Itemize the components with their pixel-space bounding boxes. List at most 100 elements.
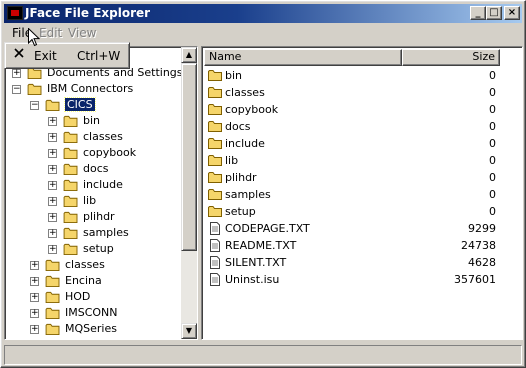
menu-edit[interactable]: Edit	[39, 26, 62, 40]
file-name: SILENT.TXT	[225, 256, 287, 269]
menu-bar: File Edit View	[4, 24, 522, 43]
file-name: README.TXT	[225, 239, 297, 252]
table-row[interactable]: samples 0	[204, 186, 500, 203]
folder-icon	[63, 179, 78, 191]
collapse-toggle-icon[interactable]: −	[12, 85, 21, 94]
file-table[interactable]: Name Size bin 0 classes 0 copybook 0 docs 0 incl…	[201, 46, 523, 340]
expand-toggle-icon[interactable]: +	[48, 133, 57, 142]
table-row[interactable]: plihdr 0	[204, 169, 500, 186]
table-row[interactable]: lib 0	[204, 152, 500, 169]
file-name: samples	[225, 188, 271, 201]
folder-icon	[208, 104, 222, 115]
tree-item-label: CICS	[64, 97, 96, 112]
folder-icon	[63, 115, 78, 127]
file-menu-dropdown: Exit Ctrl+W	[4, 42, 130, 69]
table-row[interactable]: docs 0	[204, 118, 500, 135]
scroll-down-button[interactable]: ▼	[181, 323, 197, 339]
folder-open-icon	[27, 83, 42, 95]
table-row[interactable]: include 0	[204, 135, 500, 152]
table-row[interactable]: classes 0	[204, 84, 500, 101]
tree-item-label: bin	[83, 114, 101, 127]
expand-toggle-icon[interactable]: +	[30, 293, 39, 302]
expand-toggle-icon[interactable]: +	[48, 245, 57, 254]
tree-item-label: Encina	[65, 274, 102, 287]
expand-toggle-icon[interactable]: +	[30, 309, 39, 318]
expand-toggle-icon[interactable]: +	[12, 69, 21, 78]
table-row[interactable]: CODEPAGE.TXT 9299	[204, 220, 500, 237]
tree-item-label: samples	[83, 226, 129, 239]
file-icon	[210, 256, 220, 269]
file-icon	[210, 273, 220, 286]
file-size: 24738	[461, 239, 496, 252]
table-row[interactable]: bin 0	[204, 67, 500, 84]
file-name: CODEPAGE.TXT	[225, 222, 310, 235]
file-size: 4628	[468, 256, 496, 269]
folder-icon	[208, 121, 222, 132]
file-size: 0	[489, 69, 496, 82]
table-row[interactable]: Uninst.isu 357601	[204, 271, 500, 288]
menu-item-exit[interactable]: Exit Ctrl+W	[8, 47, 126, 65]
expand-toggle-icon[interactable]: +	[48, 117, 57, 126]
file-size: 0	[489, 205, 496, 218]
mouse-cursor-icon	[28, 28, 40, 47]
tree-item-label: docs	[83, 162, 109, 175]
tree-item-label: plihdr	[83, 210, 115, 223]
table-row[interactable]: README.TXT 24738	[204, 237, 500, 254]
folder-icon	[45, 259, 60, 271]
expand-toggle-icon[interactable]: +	[48, 213, 57, 222]
file-size: 0	[489, 154, 496, 167]
folder-icon	[208, 155, 222, 166]
file-name: plihdr	[225, 171, 257, 184]
file-name: classes	[225, 86, 265, 99]
folder-icon	[63, 147, 78, 159]
tree-item-label: HOD	[65, 290, 91, 303]
minimize-button[interactable]: _	[470, 6, 486, 20]
app-icon	[7, 6, 23, 20]
folder-icon	[63, 227, 78, 239]
tree-item-label: include	[83, 178, 123, 191]
expand-toggle-icon[interactable]: +	[30, 277, 39, 286]
title-bar[interactable]: JFace File Explorer _ □ ×	[4, 4, 522, 23]
expand-toggle-icon[interactable]: +	[30, 325, 39, 334]
tree-vertical-scrollbar[interactable]: ▲ ▼	[181, 47, 197, 339]
scroll-up-button[interactable]: ▲	[181, 47, 197, 63]
folder-icon	[208, 172, 222, 183]
file-name: bin	[225, 69, 243, 82]
folder-icon	[63, 163, 78, 175]
folder-icon	[208, 87, 222, 98]
folder-icon	[208, 70, 222, 81]
file-name: copybook	[225, 103, 279, 116]
file-name: setup	[225, 205, 256, 218]
scroll-thumb[interactable]	[181, 63, 197, 251]
folder-tree[interactable]: + Documents and Settings − IBM Connectors − C…	[4, 46, 198, 340]
close-x-icon	[14, 48, 24, 58]
table-row[interactable]: SILENT.TXT 4628	[204, 254, 500, 271]
expand-toggle-icon[interactable]: +	[48, 165, 57, 174]
menu-item-exit-accelerator: Ctrl+W	[77, 49, 121, 63]
expand-toggle-icon[interactable]: +	[48, 181, 57, 190]
column-header-name[interactable]: Name	[204, 49, 402, 66]
file-size: 0	[489, 137, 496, 150]
menu-view[interactable]: View	[68, 26, 96, 40]
file-name: Uninst.isu	[225, 273, 280, 286]
collapse-toggle-icon[interactable]: −	[30, 101, 39, 110]
column-header-size[interactable]: Size	[402, 49, 500, 66]
tree-item-label: MQSeries	[65, 322, 117, 335]
table-row[interactable]: copybook 0	[204, 101, 500, 118]
close-button[interactable]: ×	[504, 6, 520, 20]
file-size: 0	[489, 171, 496, 184]
maximize-button[interactable]: □	[486, 6, 502, 20]
table-row[interactable]: setup 0	[204, 203, 500, 220]
folder-icon	[63, 195, 78, 207]
folder-icon	[45, 275, 60, 287]
file-size: 9299	[468, 222, 496, 235]
expand-toggle-icon[interactable]: +	[30, 261, 39, 270]
tree-item-label: IBM Connectors	[47, 82, 134, 95]
folder-icon	[208, 189, 222, 200]
expand-toggle-icon[interactable]: +	[48, 229, 57, 238]
file-size: 0	[489, 86, 496, 99]
expand-toggle-icon[interactable]: +	[48, 149, 57, 158]
file-size: 0	[489, 103, 496, 116]
expand-toggle-icon[interactable]: +	[48, 197, 57, 206]
folder-icon	[45, 323, 60, 335]
